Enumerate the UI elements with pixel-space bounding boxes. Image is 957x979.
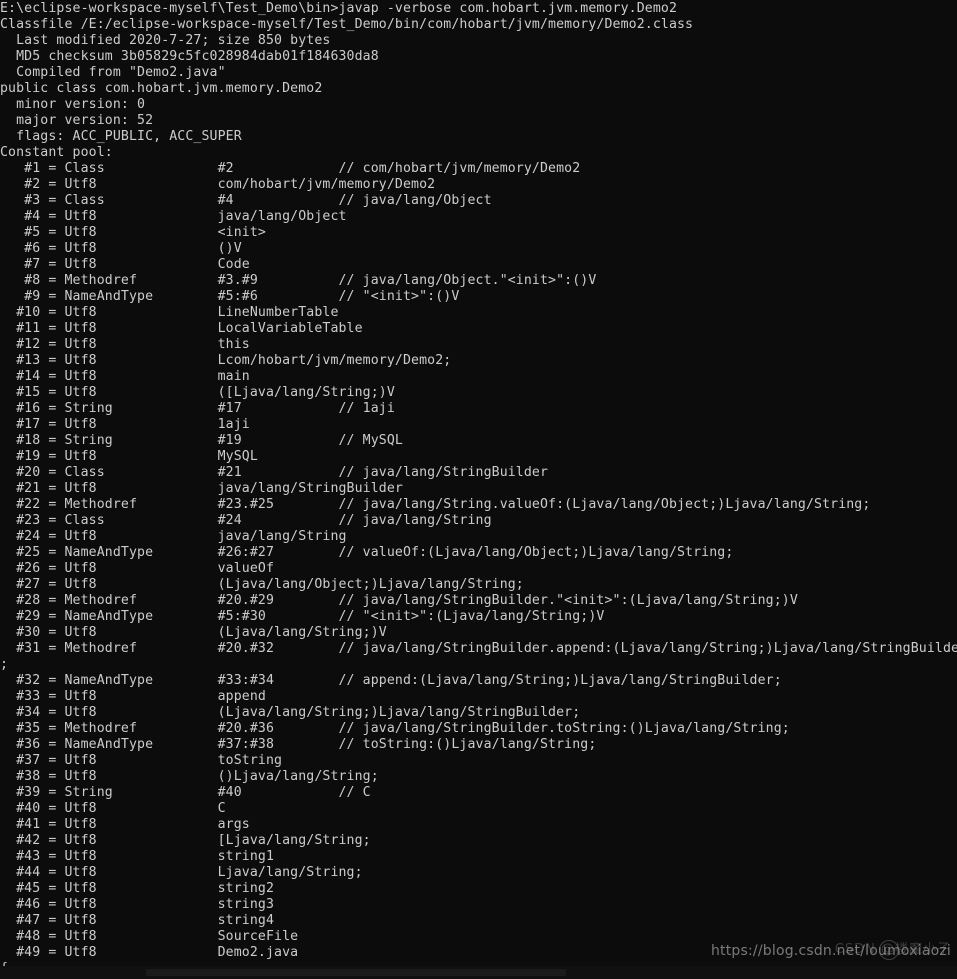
terminal-line: #27 = Utf8 (Ljava/lang/Object;)Ljava/lan… [0,577,524,592]
terminal-line: Last modified 2020-7-27; size 850 bytes [0,33,331,48]
terminal-line: #30 = Utf8 (Ljava/lang/String;)V [0,625,387,640]
terminal-line: #5 = Utf8 <init> [0,225,266,240]
terminal-line: #4 = Utf8 java/lang/Object [0,209,347,224]
terminal-line: #32 = NameAndType #33:#34 // append:(Lja… [0,673,782,688]
terminal-line: #26 = Utf8 valueOf [0,561,275,576]
terminal-line: #9 = NameAndType #5:#6 // "<init>":()V [0,289,460,304]
terminal-line: #46 = Utf8 string3 [0,897,275,912]
terminal-line: #6 = Utf8 ()V [0,241,242,256]
terminal-line: #44 = Utf8 Ljava/lang/String; [0,865,363,880]
terminal-line: #1 = Class #2 // com/hobart/jvm/memory/D… [0,161,581,176]
terminal-line: #29 = NameAndType #5:#30 // "<init>":(Lj… [0,609,605,624]
terminal-line: E:\eclipse-workspace-myself\Test_Demo\bi… [0,1,678,16]
terminal-line: #34 = Utf8 (Ljava/lang/String;)Ljava/lan… [0,705,581,720]
terminal-line: #18 = String #19 // MySQL [0,433,403,448]
console-output[interactable]: E:\eclipse-workspace-myself\Test_Demo\bi… [0,0,957,977]
terminal-line: #22 = Methodref #23.#25 // java/lang/Str… [0,497,871,512]
terminal-line: MD5 checksum 3b05829c5fc028984dab01f1846… [0,49,379,64]
terminal-line: #33 = Utf8 append [0,689,266,704]
terminal-line: #11 = Utf8 LocalVariableTable [0,321,363,336]
terminal-line: #35 = Methodref #20.#36 // java/lang/Str… [0,721,790,736]
terminal-line: #16 = String #17 // 1aji [0,401,395,416]
terminal-line: #19 = Utf8 MySQL [0,449,258,464]
terminal-line: #49 = Utf8 Demo2.java [0,945,299,960]
terminal-line: Constant pool: [0,145,113,160]
terminal-line: #37 = Utf8 toString [0,753,283,768]
terminal-line: Classfile /E:/eclipse-workspace-myself/T… [0,17,694,32]
terminal-line: #24 = Utf8 java/lang/String [0,529,347,544]
terminal-line: #17 = Utf8 1aji [0,417,250,432]
terminal-line: #25 = NameAndType #26:#27 // valueOf:(Lj… [0,545,734,560]
terminal-line: public class com.hobart.jvm.memory.Demo2 [0,81,323,96]
terminal-window[interactable]: E:\eclipse-workspace-myself\Test_Demo\bi… [0,0,957,979]
terminal-line: #20 = Class #21 // java/lang/StringBuild… [0,465,549,480]
terminal-line: #10 = Utf8 LineNumberTable [0,305,339,320]
terminal-line: #13 = Utf8 Lcom/hobart/jvm/memory/Demo2; [0,353,452,368]
horizontal-scrollbar-thumb[interactable] [146,969,566,976]
terminal-line: #47 = Utf8 string4 [0,913,275,928]
terminal-line: #39 = String #40 // C [0,785,371,800]
terminal-line: #45 = Utf8 string2 [0,881,275,896]
terminal-line: #12 = Utf8 this [0,337,250,352]
terminal-line: major version: 52 [0,113,154,128]
terminal-line: #36 = NameAndType #37:#38 // toString:()… [0,737,597,752]
terminal-line: minor version: 0 [0,97,146,112]
terminal-line: #14 = Utf8 main [0,369,250,384]
terminal-line: #40 = Utf8 C [0,801,226,816]
terminal-line: #2 = Utf8 com/hobart/jvm/memory/Demo2 [0,177,436,192]
terminal-line: #38 = Utf8 ()Ljava/lang/String; [0,769,379,784]
terminal-line: #21 = Utf8 java/lang/StringBuilder [0,481,403,496]
terminal-line: #43 = Utf8 string1 [0,849,275,864]
terminal-line: #48 = Utf8 SourceFile [0,929,299,944]
terminal-line: #3 = Class #4 // java/lang/Object [0,193,492,208]
terminal-line: #23 = Class #24 // java/lang/String [0,513,492,528]
terminal-line: ; [0,657,9,672]
terminal-line: Compiled from "Demo2.java" [0,65,226,80]
terminal-line: #41 = Utf8 args [0,817,250,832]
terminal-line: flags: ACC_PUBLIC, ACC_SUPER [0,129,242,144]
terminal-line: #7 = Utf8 Code [0,257,250,272]
terminal-line: #28 = Methodref #20.#29 // java/lang/Str… [0,593,798,608]
terminal-line: #8 = Methodref #3.#9 // java/lang/Object… [0,273,597,288]
terminal-line: #15 = Utf8 ([Ljava/lang/String;)V [0,385,395,400]
terminal-line: #42 = Utf8 [Ljava/lang/String; [0,833,371,848]
terminal-line: #31 = Methodref #20.#32 // java/lang/Str… [0,641,957,656]
horizontal-scrollbar[interactable] [0,966,957,979]
